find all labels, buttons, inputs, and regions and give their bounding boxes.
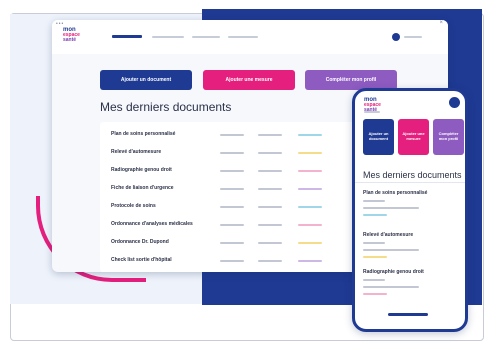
- placeholder-bar: [220, 260, 244, 262]
- placeholder-bar: [220, 206, 244, 208]
- placeholder-bar: [220, 242, 244, 244]
- nav-item-4[interactable]: [228, 36, 258, 38]
- add-measure-button-mobile[interactable]: Ajouter une mesure: [398, 119, 429, 155]
- avatar[interactable]: [392, 33, 400, 41]
- table-row[interactable]: Plan de soins personnalisé: [100, 126, 360, 144]
- placeholder-bar: [258, 224, 282, 226]
- placeholder-bar: [258, 242, 282, 244]
- document-name: Radiographie genou droit: [111, 167, 172, 173]
- mobile-device: mon espace santé Ajouter un document Ajo…: [352, 88, 468, 332]
- placeholder-bar: [363, 279, 385, 281]
- user-name-placeholder: [404, 36, 422, 38]
- tag-bar: [298, 224, 322, 226]
- placeholder-bar: [258, 152, 282, 154]
- document-name: Protocole de soins: [111, 203, 156, 209]
- document-name: Fiche de liaison d'urgence: [111, 185, 174, 191]
- add-document-button-mobile[interactable]: Ajouter un document: [363, 119, 394, 155]
- home-indicator[interactable]: [388, 313, 428, 316]
- avatar[interactable]: [449, 97, 460, 108]
- nav-item-3[interactable]: [192, 36, 220, 38]
- complete-profile-button-mobile[interactable]: Compléter mon profil: [433, 119, 464, 155]
- table-row[interactable]: Ordonnance Dr. Dupond: [100, 234, 360, 252]
- placeholder-bar: [220, 224, 244, 226]
- table-row[interactable]: Protocole de soins: [100, 198, 360, 216]
- document-name: Ordonnance d'analyses médicales: [111, 221, 193, 227]
- tag-bar: [298, 188, 322, 190]
- divider: [355, 182, 465, 183]
- document-name: Plan de soins personnalisé: [363, 190, 428, 196]
- placeholder-bar: [363, 200, 385, 202]
- illustration-stage: ••• × mon espace santé Ajouter un docume…: [0, 0, 491, 345]
- document-name: Radiographie genou droit: [363, 269, 424, 275]
- document-name: Relevé d'automesure: [363, 232, 414, 238]
- placeholder-bar: [220, 152, 244, 154]
- top-navigation-bar: ••• × mon espace santé: [52, 20, 448, 54]
- placeholder-bar: [220, 188, 244, 190]
- documents-table: Plan de soins personnalisé Relevé d'auto…: [100, 122, 360, 272]
- add-document-button[interactable]: Ajouter un document: [100, 70, 192, 90]
- placeholder-bar: [220, 134, 244, 136]
- table-row[interactable]: Ordonnance d'analyses médicales: [100, 216, 360, 234]
- placeholder-bar: [258, 206, 282, 208]
- tag-bar: [298, 242, 322, 244]
- placeholder-bar: [258, 134, 282, 136]
- brand-logo[interactable]: mon espace santé: [63, 27, 80, 43]
- tag-bar: [298, 260, 322, 262]
- placeholder-bar: [363, 249, 419, 251]
- table-row[interactable]: Fiche de liaison d'urgence: [100, 180, 360, 198]
- document-name: Relevé d'automesure: [111, 149, 162, 155]
- table-row[interactable]: Radiographie genou droit: [100, 162, 360, 180]
- tag-bar: [298, 170, 322, 172]
- tag-bar: [298, 206, 322, 208]
- placeholder-bar: [363, 242, 385, 244]
- placeholder-bar: [220, 170, 244, 172]
- section-title: Mes derniers documents: [100, 100, 232, 114]
- add-measure-button[interactable]: Ajouter une mesure: [203, 70, 295, 90]
- placeholder-bar: [363, 286, 419, 288]
- tag-bar: [363, 214, 387, 216]
- section-title-mobile: Mes derniers documents: [363, 170, 462, 180]
- tag-bar: [298, 134, 322, 136]
- placeholder-bar: [258, 188, 282, 190]
- table-row[interactable]: Check list sortie d'hôpital: [100, 252, 360, 270]
- tag-bar: [363, 293, 387, 295]
- close-icon[interactable]: ×: [439, 20, 443, 26]
- tag-bar: [298, 152, 322, 154]
- nav-item-2[interactable]: [152, 36, 184, 38]
- placeholder-bar: [363, 207, 419, 209]
- tag-bar: [363, 256, 387, 258]
- placeholder-bar: [364, 111, 380, 113]
- document-name: Plan de soins personnalisé: [111, 131, 176, 137]
- document-name: Check list sortie d'hôpital: [111, 257, 172, 263]
- placeholder-bar: [258, 170, 282, 172]
- nav-item-active[interactable]: [112, 35, 142, 38]
- placeholder-bar: [258, 260, 282, 262]
- document-name: Ordonnance Dr. Dupond: [111, 239, 169, 245]
- table-row[interactable]: Relevé d'automesure: [100, 144, 360, 162]
- complete-profile-button[interactable]: Compléter mon profil: [305, 70, 397, 90]
- brand-logo-line-3: santé: [63, 37, 77, 43]
